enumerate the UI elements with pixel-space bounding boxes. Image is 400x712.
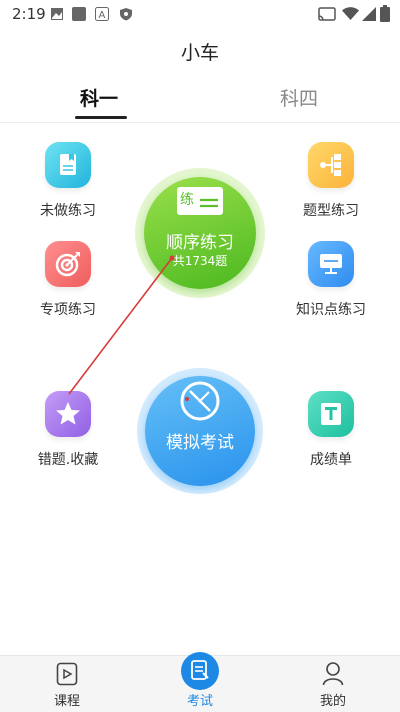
exam-document-icon [191,660,209,680]
nav-exam-label: 考试 [186,694,213,709]
nav-courses-label: 课程 [53,694,80,709]
user-icon [322,662,344,686]
bottom-navigation: 课程 考试 我的 [0,652,400,712]
nav-profile-label: 我的 [319,694,346,709]
exam-tab-icon-bg [181,652,219,690]
course-video-icon [56,662,78,686]
annotation-arrow [68,255,175,395]
